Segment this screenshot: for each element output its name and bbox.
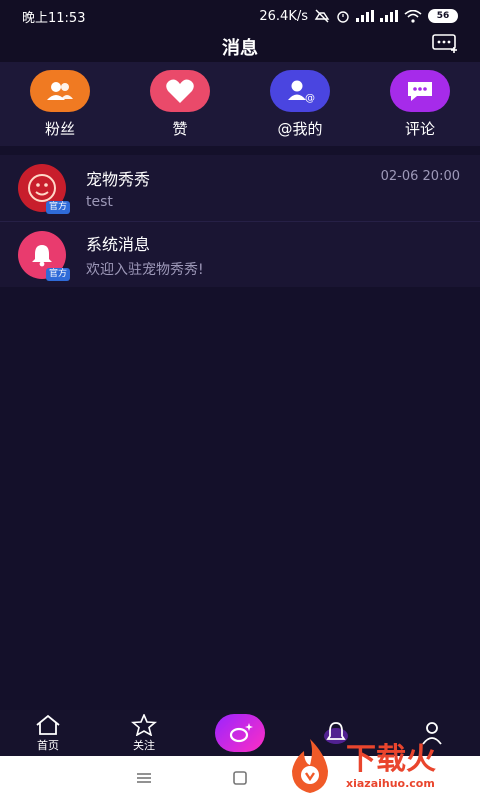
message-title: 系统消息	[86, 234, 151, 254]
mention-icon: @	[288, 80, 315, 103]
signal-icon	[356, 10, 374, 22]
chat-dots-icon	[432, 34, 457, 53]
category-label: 粉丝	[44, 120, 75, 138]
category-comments[interactable]: 评论	[360, 70, 480, 139]
watermark: 下载火 xiazaihuo.com	[282, 736, 472, 796]
comment-icon	[408, 82, 432, 101]
watermark-text: 下载火 xiazaihuo.com	[346, 741, 436, 790]
svg-text:@: @	[305, 93, 315, 103]
mentions-circle: @	[270, 70, 330, 112]
message-categories: 粉丝 赞 @ @我的 评论	[0, 62, 480, 146]
category-mentions[interactable]: @ @我的	[240, 70, 360, 139]
category-label: 评论	[404, 120, 435, 138]
watermark-title: 下载火	[346, 741, 436, 777]
publish-button[interactable]	[215, 714, 265, 752]
status-bar: 晚上11:53 26.4K/s 56	[0, 0, 480, 32]
menu-icon[interactable]	[136, 772, 152, 784]
signal-icon-2	[380, 10, 398, 22]
tab-follow[interactable]: 关注	[96, 713, 192, 753]
battery-indicator: 56	[428, 9, 458, 23]
status-icons: 26.4K/s 56	[259, 9, 458, 24]
fans-circle	[30, 70, 90, 112]
tab-label: 关注	[133, 738, 155, 752]
category-likes[interactable]: 赞	[120, 70, 240, 139]
flame-logo-icon	[292, 739, 328, 793]
alarm-icon	[337, 11, 349, 23]
status-time: 晚上11:53	[22, 10, 86, 26]
comments-circle	[390, 70, 450, 112]
fans-icon	[47, 82, 73, 100]
avatar: 官方	[18, 164, 70, 214]
mute-icon	[314, 9, 330, 23]
heart-icon	[166, 79, 194, 103]
home-square-icon[interactable]	[232, 770, 248, 786]
official-badge: 官方	[45, 267, 70, 281]
message-list: 官方 宠物秀秀 test 02-06 20:00 官方 系统消息 欢迎入驻宠物秀…	[0, 155, 480, 287]
list-item[interactable]: 官方 宠物秀秀 test 02-06 20:00	[0, 155, 480, 221]
page-title: 消息	[222, 38, 258, 59]
tab-publish[interactable]	[192, 714, 288, 752]
category-fans[interactable]: 粉丝	[0, 70, 120, 139]
home-icon	[36, 714, 60, 735]
camera-icon	[229, 723, 253, 743]
message-time: 02-06 20:00	[380, 169, 460, 184]
network-speed: 26.4K/s	[259, 8, 308, 24]
message-text: 宠物秀秀 test	[86, 166, 150, 210]
chat-more-button[interactable]	[432, 32, 458, 54]
avatar: 官方	[18, 230, 70, 281]
category-label: 赞	[172, 120, 188, 138]
message-text: 系统消息 欢迎入驻宠物秀秀!	[86, 231, 204, 279]
likes-circle	[150, 70, 210, 112]
watermark-url: xiazaihuo.com	[346, 776, 435, 790]
tab-label: 首页	[37, 738, 59, 752]
message-preview: test	[86, 194, 113, 210]
category-label: @我的	[277, 120, 323, 138]
bell-icon	[32, 244, 52, 266]
list-item[interactable]: 官方 系统消息 欢迎入驻宠物秀秀!	[0, 221, 480, 287]
star-icon	[131, 713, 157, 736]
wifi-icon	[404, 9, 422, 23]
tab-home[interactable]: 首页	[0, 714, 96, 753]
official-badge: 官方	[45, 201, 70, 214]
page-header: 消息	[0, 32, 480, 62]
message-preview: 欢迎入驻宠物秀秀!	[86, 261, 204, 278]
message-title: 宠物秀秀	[86, 170, 151, 189]
